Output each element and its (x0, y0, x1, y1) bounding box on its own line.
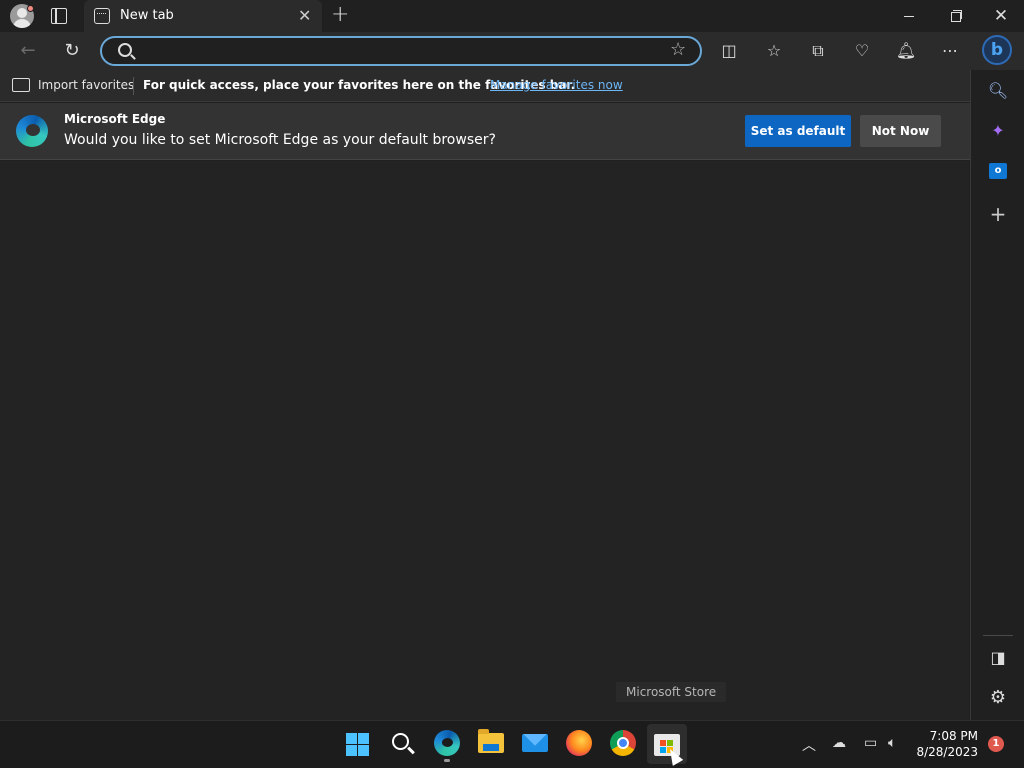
sidebar-panel-toggle-icon[interactable]: ◨ (987, 647, 1009, 669)
set-as-default-button[interactable]: Set as default (745, 115, 851, 147)
search-icon (118, 43, 132, 57)
notifications-bell-icon[interactable]: 🔔︎ (894, 39, 918, 63)
sidebar-settings-gear-icon[interactable]: ⚙ (987, 687, 1009, 709)
network-icon[interactable]: ▭ (864, 735, 877, 751)
taskbar-tooltip: Microsoft Store (616, 682, 727, 702)
address-input[interactable] (140, 41, 660, 61)
taskbar-search-icon[interactable] (390, 729, 418, 759)
clock-date[interactable]: 8/28/2023 (916, 745, 978, 759)
sidebar-add-icon[interactable]: + (987, 203, 1009, 225)
start-windows-icon[interactable] (345, 731, 373, 761)
default-browser-infobar: Microsoft Edge Would you like to set Mic… (0, 103, 970, 160)
minimize-button[interactable] (886, 0, 932, 32)
new-tab-button[interactable]: + (331, 2, 349, 27)
edge-sidebar: 🔍︎ ✦ o + ◨ ⚙ (970, 70, 1024, 720)
taskbar-firefox-icon[interactable] (565, 728, 593, 758)
show-hidden-icons-chevron-icon[interactable]: ︿ (802, 735, 816, 755)
onedrive-cloud-icon[interactable]: ☁ (832, 735, 846, 751)
add-favorite-star-icon[interactable]: ☆ (670, 39, 686, 60)
title-bar: New tab ✕ + ✕ (0, 0, 1024, 32)
infobar-title: Microsoft Edge (64, 112, 166, 126)
taskbar-chrome-icon[interactable] (609, 728, 637, 758)
favorites-bar: Import favorites For quick access, place… (0, 70, 970, 102)
edge-logo-icon (16, 115, 48, 147)
bing-copilot-icon[interactable]: b (982, 35, 1012, 65)
sidebar-copilot-icon[interactable]: ✦ (987, 120, 1009, 142)
sidebar-divider (983, 635, 1013, 636)
close-window-button[interactable]: ✕ (978, 0, 1024, 32)
page-content (0, 161, 969, 720)
favorites-icon[interactable]: ☆ (762, 39, 786, 63)
favorites-divider (133, 77, 134, 95)
split-screen-icon[interactable]: ◫ (717, 39, 741, 63)
sidebar-outlook-icon[interactable]: o (987, 160, 1009, 182)
volume-speaker-icon[interactable]: 🔈︎ (888, 735, 896, 751)
taskbar-file-explorer-icon[interactable] (477, 728, 505, 758)
taskbar-mail-icon[interactable] (521, 728, 549, 758)
profile-status-dot (27, 5, 34, 12)
address-bar[interactable]: ☆ (100, 36, 702, 66)
import-favorites-icon[interactable] (12, 78, 30, 92)
tab-actions-icon[interactable] (51, 8, 67, 24)
not-now-button[interactable]: Not Now (860, 115, 941, 147)
infobar-message: Would you like to set Microsoft Edge as … (64, 132, 496, 148)
collections-icon[interactable]: ⧉ (806, 39, 830, 63)
restore-button[interactable] (932, 0, 978, 32)
tab-new-tab[interactable]: New tab ✕ (84, 0, 322, 32)
taskbar-edge-icon[interactable] (433, 728, 461, 758)
notification-badge[interactable]: 1 (988, 736, 1004, 752)
sidebar-search-icon[interactable]: 🔍︎ (987, 80, 1009, 102)
settings-and-more-icon[interactable]: ⋯ (938, 39, 962, 63)
close-tab-icon[interactable]: ✕ (298, 6, 311, 25)
import-favorites-button[interactable]: Import favorites (38, 78, 134, 92)
edge-running-indicator (444, 759, 450, 762)
back-button[interactable]: ← (16, 39, 40, 63)
navigation-toolbar: ← ↻ ☆ ◫ ☆ ⧉ ♡ 🔔︎ ⋯ b (0, 32, 1024, 70)
browser-essentials-icon[interactable]: ♡ (850, 39, 874, 63)
refresh-button[interactable]: ↻ (60, 39, 84, 63)
manage-favorites-link[interactable]: Manage favorites now (490, 78, 623, 92)
new-tab-page-icon (94, 8, 110, 24)
tab-title: New tab (120, 8, 174, 23)
clock-time[interactable]: 7:08 PM (920, 729, 978, 743)
